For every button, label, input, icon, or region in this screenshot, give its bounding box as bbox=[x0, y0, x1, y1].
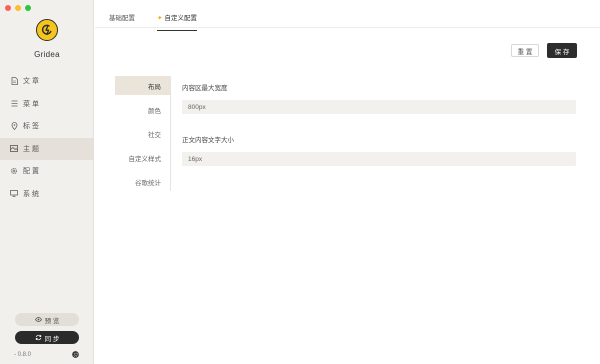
sidebar-item-system[interactable]: 系 统 bbox=[0, 183, 94, 206]
tag-icon bbox=[10, 122, 18, 131]
layout-form: 内容区最大宽度 800px 正文内容文字大小 16px bbox=[182, 82, 576, 186]
eye-icon bbox=[34, 317, 42, 322]
body-font-size-input[interactable]: 16px bbox=[182, 152, 576, 166]
preview-label: 预 览 bbox=[44, 317, 60, 325]
sub-item-custom-style[interactable]: 自定义样式 bbox=[115, 148, 170, 167]
save-button[interactable]: 保 存 bbox=[547, 43, 577, 58]
minimize-window-button[interactable] bbox=[15, 5, 21, 11]
sidebar-item-theme[interactable]: 主 题 bbox=[0, 137, 94, 160]
preview-button[interactable]: 预 览 bbox=[15, 313, 79, 326]
tab-basic-config[interactable]: 基础配置 bbox=[109, 12, 135, 30]
sidebar-item-tags[interactable]: 标 签 bbox=[0, 115, 94, 138]
app-name: Gridea bbox=[34, 50, 60, 59]
sync-label: 同 步 bbox=[44, 335, 60, 343]
sparkle-icon: ✦ bbox=[157, 15, 163, 22]
sidebar-item-label: 系 统 bbox=[23, 190, 39, 198]
sync-button[interactable]: 同 步 bbox=[15, 331, 79, 344]
content-max-width-input[interactable]: 800px bbox=[182, 100, 576, 114]
sidebar-item-label: 配 置 bbox=[23, 168, 39, 176]
theme-icon bbox=[10, 145, 18, 153]
app-logo bbox=[36, 19, 58, 41]
app-window: Gridea 文 章 菜 单 标 签 主 题 配 置 系 统 预 览 同 步 -… bbox=[0, 0, 600, 364]
tab-label: 自定义配置 bbox=[164, 15, 197, 22]
sidebar-item-label: 主 题 bbox=[23, 145, 39, 153]
sidebar-item-label: 标 签 bbox=[23, 123, 39, 131]
sub-item-colors[interactable]: 颜色 bbox=[115, 100, 170, 119]
sidebar-item-label: 菜 单 bbox=[23, 100, 39, 108]
sidebar-menu: 文 章 菜 单 标 签 主 题 配 置 系 统 bbox=[0, 70, 94, 205]
maximize-window-button[interactable] bbox=[25, 5, 31, 11]
monitor-icon bbox=[10, 190, 18, 198]
sub-item-google-analytics[interactable]: 谷歌统计 bbox=[115, 172, 170, 191]
github-icon[interactable] bbox=[72, 351, 79, 358]
sidebar: Gridea 文 章 菜 单 标 签 主 题 配 置 系 统 预 览 同 步 -… bbox=[0, 0, 94, 364]
close-window-button[interactable] bbox=[5, 5, 11, 11]
gear-icon bbox=[10, 167, 18, 175]
content-max-width-label: 内容区最大宽度 bbox=[182, 85, 228, 92]
sidebar-item-menu[interactable]: 菜 单 bbox=[0, 93, 94, 116]
sidebar-item-settings[interactable]: 配 置 bbox=[0, 160, 94, 183]
app-version: - 0.8.0 bbox=[14, 352, 32, 358]
sidebar-item-articles[interactable]: 文 章 bbox=[0, 70, 94, 93]
list-icon bbox=[10, 100, 18, 108]
tab-bar: 基础配置 ✦ 自定义配置 bbox=[95, 0, 600, 31]
main-content: 基础配置 ✦ 自定义配置 重 置 保 存 布局 颜色 社交 自定义样式 谷歌统计 … bbox=[95, 0, 600, 364]
config-sub-menu: 布局 颜色 社交 自定义样式 谷歌统计 bbox=[115, 76, 171, 191]
document-icon bbox=[10, 77, 18, 86]
sub-item-layout[interactable]: 布局 bbox=[115, 76, 170, 95]
sub-item-social[interactable]: 社交 bbox=[115, 124, 170, 143]
window-controls bbox=[5, 5, 31, 11]
tab-custom-config[interactable]: ✦ 自定义配置 bbox=[157, 12, 197, 31]
reset-button[interactable]: 重 置 bbox=[511, 44, 539, 57]
sidebar-item-label: 文 章 bbox=[23, 78, 39, 86]
logo-mark-icon bbox=[41, 24, 52, 36]
body-font-size-label: 正文内容文字大小 bbox=[182, 137, 234, 144]
sync-icon bbox=[35, 334, 41, 341]
